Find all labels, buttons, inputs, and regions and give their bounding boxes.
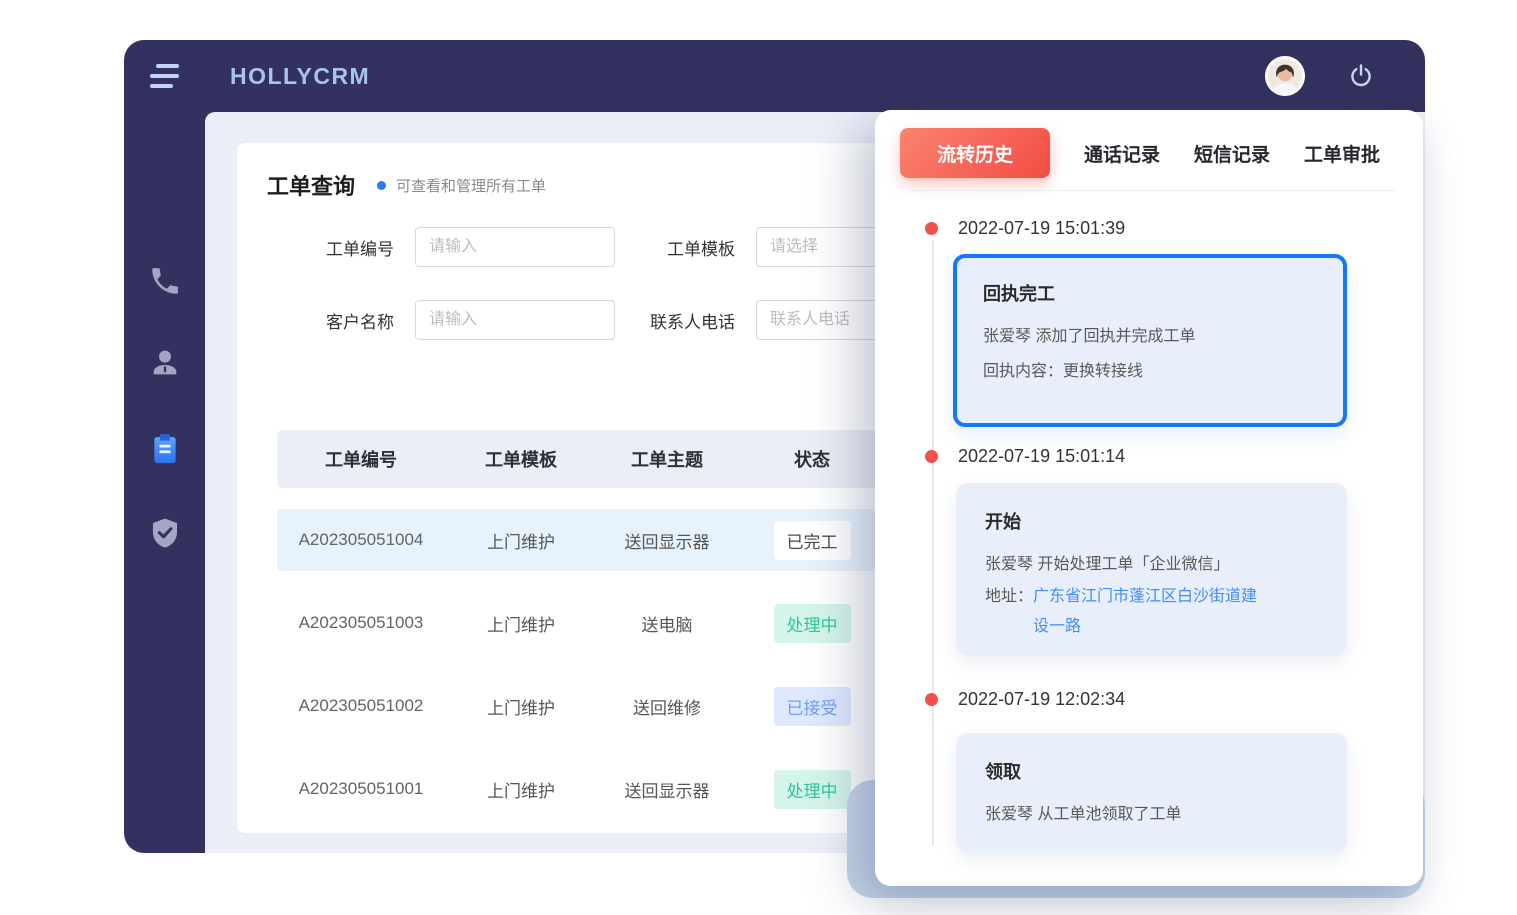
contacts-icon[interactable] bbox=[148, 346, 182, 380]
timeline-card-address-row: 地址： 广东省江门市蓬江区白沙街道建设一路 bbox=[985, 582, 1318, 642]
timeline-dot bbox=[925, 450, 938, 463]
filter-label: 客户名称 bbox=[284, 308, 394, 333]
column-header: 工单主题 bbox=[597, 446, 737, 472]
nav-sidebar bbox=[124, 112, 205, 853]
timeline-card-line: 张爱琴 添加了回执并完成工单 bbox=[983, 319, 1317, 354]
tab-flow-history[interactable]: 流转历史 bbox=[900, 128, 1050, 178]
timeline-card-receipt-complete[interactable]: 回执完工 张爱琴 添加了回执并完成工单 回执内容：更换转接线 bbox=[953, 254, 1347, 427]
timeline-dot bbox=[925, 222, 938, 235]
workorder-subject: 送回显示器 bbox=[597, 777, 737, 802]
brand-logo: HOLLYCRM bbox=[230, 63, 370, 90]
timeline-timestamp: 2022-07-19 15:01:39 bbox=[958, 218, 1125, 239]
subtitle-dot-icon bbox=[377, 181, 386, 190]
timeline-card-line: 回执内容：更换转接线 bbox=[983, 354, 1317, 389]
status-cell: 处理中 bbox=[737, 604, 887, 643]
workorder-subject: 送回维修 bbox=[597, 694, 737, 719]
status-cell: 已完工 bbox=[737, 521, 887, 560]
timeline-card-title: 开始 bbox=[985, 508, 1318, 534]
tab-sms-records[interactable]: 短信记录 bbox=[1194, 140, 1270, 167]
status-badge: 已完工 bbox=[774, 521, 851, 560]
workorder-id: A202305051002 bbox=[277, 696, 445, 716]
status-badge: 处理中 bbox=[774, 604, 851, 643]
workorder-template: 上门维护 bbox=[445, 777, 597, 802]
workorder-subject: 送电脑 bbox=[597, 611, 737, 636]
user-avatar[interactable] bbox=[1265, 56, 1305, 96]
power-icon[interactable] bbox=[1347, 62, 1375, 90]
timeline-line bbox=[932, 240, 934, 846]
tabs-divider bbox=[910, 190, 1395, 191]
timeline-card-line: 张爱琴 开始处理工单「企业微信」 bbox=[985, 547, 1318, 582]
workorder-id-input[interactable] bbox=[415, 227, 615, 267]
workorder-id: A202305051004 bbox=[277, 530, 445, 550]
status-badge: 处理中 bbox=[774, 770, 851, 809]
screenshot-stage: HOLLYCRM bbox=[0, 0, 1517, 915]
workorder-clipboard-icon[interactable] bbox=[148, 432, 182, 466]
address-link[interactable]: 广东省江门市蓬江区白沙街道建设一路 bbox=[1033, 582, 1265, 642]
page-title: 工单查询 bbox=[267, 169, 355, 201]
filter-label: 工单编号 bbox=[284, 235, 394, 260]
timeline-timestamp: 2022-07-19 12:02:34 bbox=[958, 689, 1125, 710]
workorder-detail-panel: 流转历史 通话记录 短信记录 工单审批 2022-07-19 15:01:39 … bbox=[875, 110, 1423, 886]
avatar-image bbox=[1265, 56, 1305, 96]
workorder-template: 上门维护 bbox=[445, 694, 597, 719]
column-header: 状态 bbox=[737, 446, 887, 472]
workorder-id: A202305051003 bbox=[277, 613, 445, 633]
column-header: 工单模板 bbox=[445, 446, 597, 472]
page-subtitle: 可查看和管理所有工单 bbox=[396, 175, 546, 196]
timeline-dot bbox=[925, 693, 938, 706]
column-header: 工单编号 bbox=[277, 446, 445, 472]
address-label: 地址： bbox=[985, 582, 1033, 642]
tab-call-records[interactable]: 通话记录 bbox=[1084, 140, 1160, 167]
timeline-timestamp: 2022-07-19 15:01:14 bbox=[958, 446, 1125, 467]
workorder-subject: 送回显示器 bbox=[597, 528, 737, 553]
status-badge: 已接受 bbox=[774, 687, 851, 726]
page-title-row: 工单查询 可查看和管理所有工单 bbox=[267, 169, 546, 201]
timeline-card-claim[interactable]: 领取 张爱琴 从工单池领取了工单 bbox=[956, 733, 1347, 852]
header-actions bbox=[1265, 56, 1425, 96]
filter-label: 联系人电话 bbox=[611, 308, 735, 333]
filter-label: 工单模板 bbox=[611, 235, 735, 260]
timeline-card-start[interactable]: 开始 张爱琴 开始处理工单「企业微信」 地址： 广东省江门市蓬江区白沙街道建设一… bbox=[956, 483, 1347, 655]
hamburger-icon[interactable] bbox=[150, 64, 184, 88]
timeline-card-title: 回执完工 bbox=[983, 280, 1317, 306]
workorder-template: 上门维护 bbox=[445, 611, 597, 636]
panel-tabs: 流转历史 通话记录 短信记录 工单审批 bbox=[900, 128, 1399, 178]
filter-customer-name: 客户名称 bbox=[284, 300, 615, 340]
customer-name-input[interactable] bbox=[415, 300, 615, 340]
workorder-template: 上门维护 bbox=[445, 528, 597, 553]
status-cell: 已接受 bbox=[737, 687, 887, 726]
timeline-card-title: 领取 bbox=[985, 758, 1318, 784]
phone-icon[interactable] bbox=[148, 264, 182, 298]
workorder-id: A202305051001 bbox=[277, 779, 445, 799]
tab-workorder-approval[interactable]: 工单审批 bbox=[1304, 140, 1380, 167]
filter-workorder-id: 工单编号 bbox=[284, 227, 615, 267]
app-header: HOLLYCRM bbox=[124, 40, 1425, 112]
timeline-card-line: 张爱琴 从工单池领取了工单 bbox=[985, 797, 1318, 832]
security-shield-icon[interactable] bbox=[148, 516, 182, 550]
